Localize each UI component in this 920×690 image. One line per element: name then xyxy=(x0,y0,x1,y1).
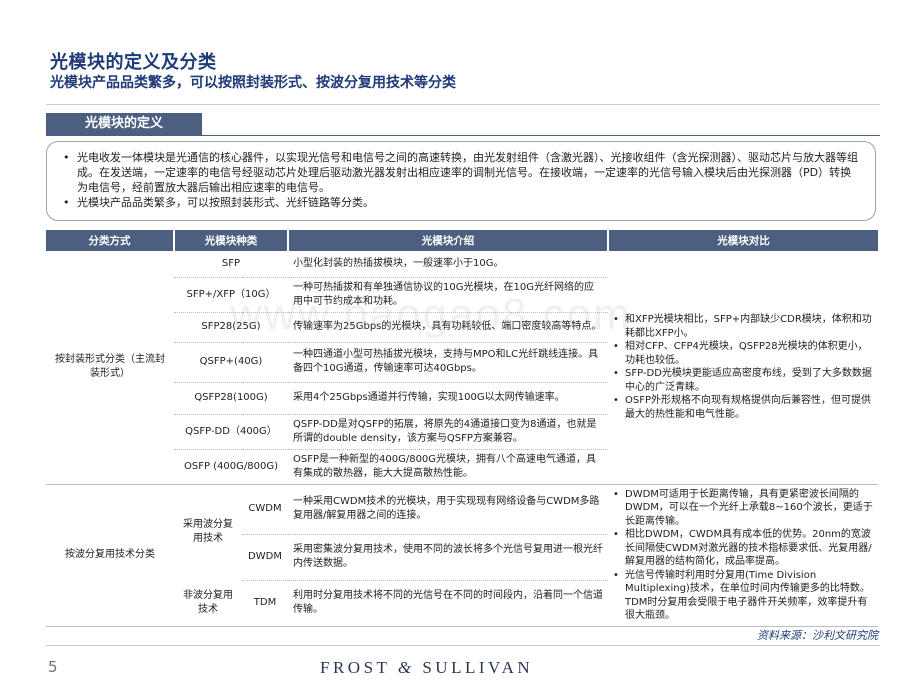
comparison-item: OSFP外形规格不向现有规格提供向后兼容性，但可提供最大的热性能和电气性能。 xyxy=(613,394,873,421)
comparison-wdm: DWDM可适用于长距离传输，具有更紧密波长间隔的DWDM，可以在一个光纤上承载8… xyxy=(608,484,878,627)
module-intro: 一种四通道小型可热插拔光模块，支持与MPO和LC光纤跳线连接。具备四个10G通道… xyxy=(288,342,608,383)
brand-logo: FROST & SULLIVAN xyxy=(320,658,533,678)
module-intro: 采用4个25Gbps通道并行传输，实现100G以太网传输速率。 xyxy=(288,382,608,415)
method-wdm: 按波分复用技术分类 xyxy=(46,484,174,627)
page-number: 5 xyxy=(48,658,58,676)
subgroup-wdm: 采用波分复用技术 xyxy=(183,519,233,545)
brand-amp: & xyxy=(397,658,415,677)
module-type: QSFP+(40G) xyxy=(174,342,288,383)
definition-bullet: 光模块产品品类繁多，可以按照封装形式、光纤链路等分类。 xyxy=(61,195,861,210)
module-type: QSFP28(100G) xyxy=(174,382,288,415)
module-type: OSFP (400G/800G) xyxy=(174,449,288,485)
table-row: 按封装形式分类（主流封装形式） SFP 小型化封装的热插拔模块，一般速率小于10… xyxy=(46,251,878,485)
comparison-item: DWDM可适用于长距离传输，具有更紧密波长间隔的DWDM，可以在一个光纤上承载8… xyxy=(613,488,873,529)
page-title: 光模块的定义及分类 xyxy=(50,52,217,73)
module-intro: 利用时分复用技术将不同的光信号在不同的时间段内，沿着同一个信道传输。 xyxy=(288,580,608,627)
comparison-item: 相比DWDM，CWDM具有成本低的优势。20nm的宽波长间隔使CWDM对激光器的… xyxy=(613,528,873,569)
definition-bullet: 光电收发一体模块是光通信的核心器件，以实现光信号和电信号之间的高速转换，由光发射… xyxy=(61,150,861,195)
table-header-row: 分类方式 光模块种类 光模块介绍 光模块对比 xyxy=(46,230,878,251)
table-row: 按波分复用技术分类 采用波分复用技术 CWDM 一种采用CWDM技术的光模块，用… xyxy=(46,484,878,627)
module-intro: 小型化封装的热插拔模块，一般速率小于10G。 xyxy=(288,251,608,278)
page-subtitle: 光模块产品品类繁多，可以按照封装形式、按波分复用技术等分类 xyxy=(50,75,456,91)
bottom-divider xyxy=(46,645,880,646)
method-package: 按封装形式分类（主流封装形式） xyxy=(46,251,174,485)
definition-list: 光电收发一体模块是光通信的核心器件，以实现光信号和电信号之间的高速转换，由光发射… xyxy=(61,150,861,210)
watermark: www.baogao8.com xyxy=(230,290,632,339)
module-type: TDM xyxy=(242,580,288,627)
brand-right: SULLIVAN xyxy=(422,658,534,677)
comparison-item: 相对CFP、CFP4光模块，QSFP28光模块的体积更小，功耗也较低。 xyxy=(613,340,873,367)
top-divider xyxy=(46,104,880,105)
comparison-item: 光信号传输时利用时分复用(Time Division Multiplexing)… xyxy=(613,569,873,623)
module-intro: QSFP-DD是对QSFP的拓展，将原先的4通道接口变为8通道，也就是所谓的do… xyxy=(288,414,608,450)
section-divider xyxy=(46,135,880,136)
header-intro: 光模块介绍 xyxy=(287,230,608,251)
comparison-item: 和XFP光模块相比，SFP+内部缺少CDR模块，体积和功耗都比XFP小。 xyxy=(613,313,873,340)
subgroup-non-wdm: 非波分复用技术 xyxy=(174,580,242,627)
module-intro: 一种采用CWDM技术的光模块，用于实现现有网络设备与CWDM多路复用器/解复用器… xyxy=(288,484,608,535)
module-type: CWDM xyxy=(242,484,288,535)
comparison-list: DWDM可适用于长距离传输，具有更紧密波长间隔的DWDM，可以在一个光纤上承载8… xyxy=(613,488,873,623)
header-comparison: 光模块对比 xyxy=(607,230,878,251)
header-type: 光模块种类 xyxy=(173,230,288,251)
comparison-list: 和XFP光模块相比，SFP+内部缺少CDR模块，体积和功耗都比XFP小。 相对C… xyxy=(613,313,873,421)
source-note: 资料来源：沙利文研究院 xyxy=(757,629,878,642)
module-type: DWDM xyxy=(242,534,288,581)
module-intro: 采用密集波分复用技术，使用不同的波长将多个光信号复用进一根光纤内传送数据。 xyxy=(288,534,608,581)
section-label-definition: 光模块的定义 xyxy=(46,113,202,135)
module-type: QSFP-DD（400G） xyxy=(174,414,288,450)
definition-box: 光电收发一体模块是光通信的核心器件，以实现光信号和电信号之间的高速转换，由光发射… xyxy=(46,141,876,221)
module-type: SFP xyxy=(174,251,288,278)
comparison-package: 和XFP光模块相比，SFP+内部缺少CDR模块，体积和功耗都比XFP小。 相对C… xyxy=(608,251,878,485)
module-intro: OSFP是一种新型的400G/800G光模块，拥有八个高速电气通道，具有集成的散… xyxy=(288,449,608,485)
brand-left: FROST xyxy=(320,658,391,677)
comparison-item: SFP-DD光模块更能适应高密度布线，受到了大多数数据中心的广泛青睐。 xyxy=(613,367,873,394)
header-method: 分类方式 xyxy=(46,230,174,251)
